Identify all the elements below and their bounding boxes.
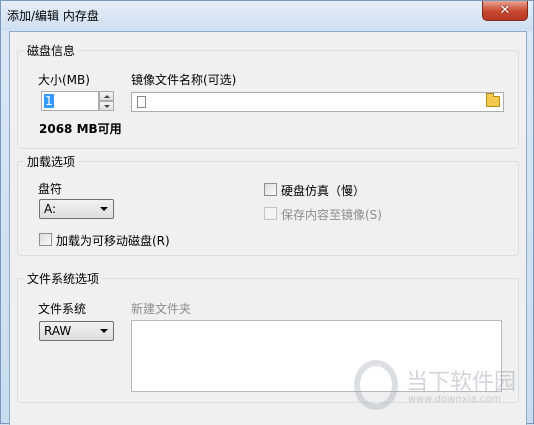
free-space-text: 2068 MB可用 <box>39 122 122 136</box>
image-file-label: 镜像文件名称(可选) <box>131 73 237 87</box>
chevron-down-icon <box>103 104 110 108</box>
save-to-image-checkbox[interactable] <box>264 207 277 220</box>
close-icon: ✕ <box>499 3 511 18</box>
spin-up-button[interactable] <box>99 91 114 101</box>
removable-label[interactable]: 加载为可移动磁盘(R) <box>56 232 170 249</box>
mount-options-group: 加载选项 盘符 A: 加载为可移动磁盘(R) 硬盘仿真（慢） 保存内容至镜像(S… <box>17 153 519 256</box>
new-folder-label: 新建文件夹 <box>131 302 192 316</box>
chevron-up-icon <box>103 94 110 98</box>
dialog-window: 添加/编辑 内存盘 ✕ 磁盘信息 大小(MB) 1 2068 MB可用 镜像文件… <box>0 0 534 425</box>
chevron-down-icon <box>100 329 108 333</box>
folder-icon[interactable] <box>486 93 500 107</box>
close-button[interactable]: ✕ <box>482 1 528 21</box>
watermark-logo-icon <box>354 360 398 410</box>
disk-info-group-title: 磁盘信息 <box>24 42 79 59</box>
drive-letter-value: A: <box>44 202 57 216</box>
file-system-label: 文件系统 <box>38 302 87 316</box>
watermark-brand: 当下软件园 <box>406 370 517 395</box>
size-input[interactable]: 1 <box>41 91 99 111</box>
title-bar[interactable]: 添加/编辑 内存盘 ✕ <box>1 1 533 31</box>
save-to-image-label[interactable]: 保存内容至镜像(S) <box>281 206 382 223</box>
size-input-value: 1 <box>44 94 54 108</box>
hdd-emulation-label[interactable]: 硬盘仿真（慢） <box>281 182 365 199</box>
removable-checkbox[interactable] <box>39 233 52 246</box>
disk-info-group: 磁盘信息 大小(MB) 1 2068 MB可用 镜像文件名称(可选) <box>17 42 519 149</box>
file-icon <box>137 96 146 108</box>
drive-letter-label: 盘符 <box>38 182 63 196</box>
fs-options-group-title: 文件系统选项 <box>24 270 103 287</box>
size-spinner[interactable] <box>99 91 114 111</box>
mount-options-group-title: 加载选项 <box>24 153 79 170</box>
size-label: 大小(MB) <box>38 73 90 87</box>
window-title: 添加/编辑 内存盘 <box>7 9 99 23</box>
dialog-client-area: 磁盘信息 大小(MB) 1 2068 MB可用 镜像文件名称(可选) 加载选项 … <box>9 31 527 425</box>
hdd-emulation-checkbox[interactable] <box>264 183 277 196</box>
watermark: 当下软件园 www.downxia.com <box>354 360 524 420</box>
image-file-input[interactable] <box>131 92 504 112</box>
watermark-url: www.downxia.com <box>408 394 502 405</box>
chevron-down-icon <box>100 207 108 211</box>
drive-letter-select[interactable]: A: <box>39 199 114 219</box>
spin-down-button[interactable] <box>99 101 114 111</box>
file-system-value: RAW <box>44 324 72 338</box>
file-system-select[interactable]: RAW <box>39 321 114 341</box>
